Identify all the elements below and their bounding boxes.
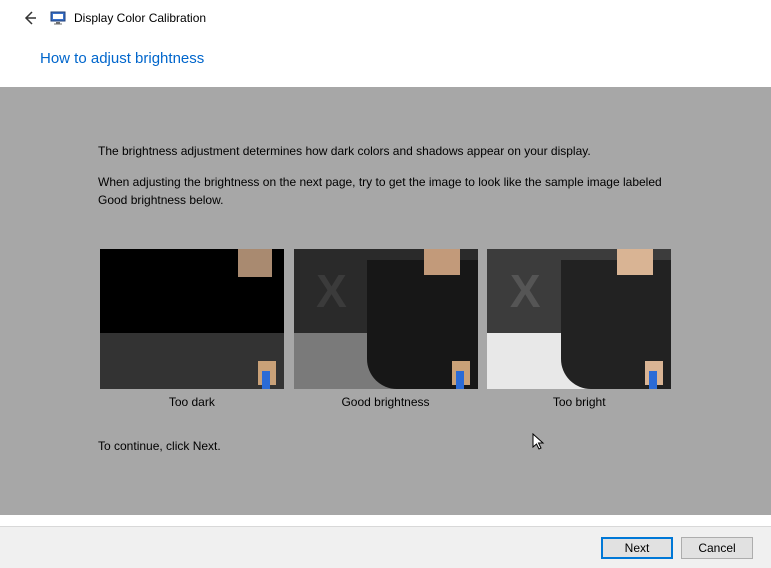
brightness-samples-row: Too dark X Good brightness X Too b (98, 249, 673, 409)
sample-too-bright-image: X (487, 249, 671, 389)
page-heading: How to adjust brightness (40, 50, 731, 67)
cancel-button[interactable]: Cancel (681, 537, 753, 559)
sub-header: How to adjust brightness (0, 36, 771, 87)
sample-too-dark-image (100, 249, 284, 389)
sample-good: X Good brightness (292, 249, 480, 409)
footer-button-bar: Next Cancel (0, 526, 771, 568)
app-title: Display Color Calibration (74, 11, 206, 25)
intro-paragraph-2: When adjusting the brightness on the nex… (98, 174, 673, 209)
back-arrow-icon[interactable] (20, 8, 40, 28)
window-header: Display Color Calibration (0, 0, 771, 36)
sample-too-dark-label: Too dark (98, 395, 286, 409)
sample-too-dark: Too dark (98, 249, 286, 409)
content-area: The brightness adjustment determines how… (0, 87, 771, 515)
sample-good-label: Good brightness (292, 395, 480, 409)
sample-too-bright: X Too bright (485, 249, 673, 409)
intro-paragraph-1: The brightness adjustment determines how… (98, 143, 673, 160)
sample-too-bright-label: Too bright (485, 395, 673, 409)
sample-good-image: X (294, 249, 478, 389)
next-button[interactable]: Next (601, 537, 673, 559)
continue-instruction: To continue, click Next. (98, 439, 673, 453)
monitor-icon (50, 10, 66, 26)
